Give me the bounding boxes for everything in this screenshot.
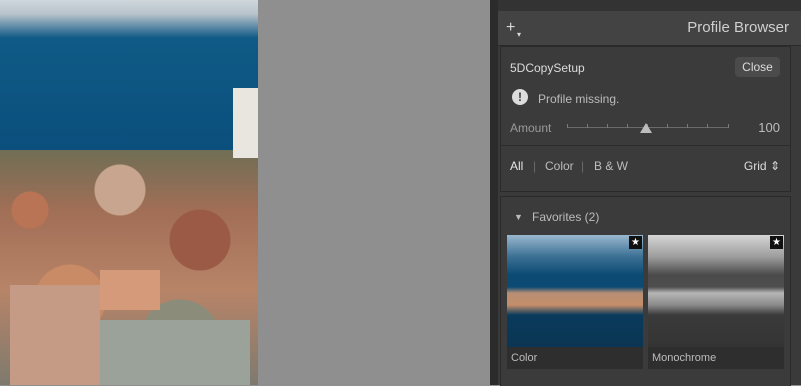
- slider-tick: [587, 124, 588, 128]
- filter-separator: |: [533, 159, 537, 173]
- slider-tick: [567, 124, 568, 128]
- slider-tick: [728, 124, 729, 128]
- profile-thumbnail-color[interactable]: ★ Color: [507, 235, 643, 369]
- view-mode-label: Grid: [743, 159, 767, 173]
- plus-icon[interactable]: + ▾: [506, 19, 524, 39]
- panel-title: Profile Browser: [687, 19, 789, 36]
- amount-label: Amount: [510, 121, 552, 135]
- star-icon[interactable]: ★: [629, 236, 642, 249]
- section-divider: [501, 145, 790, 146]
- profile-name: 5DCopySetup: [510, 61, 585, 75]
- photo-building: [100, 320, 250, 385]
- exclamation-icon: !: [512, 89, 528, 105]
- warning-text: Profile missing.: [538, 92, 620, 106]
- photo-preview: [0, 0, 258, 385]
- amount-slider-thumb[interactable]: [640, 123, 652, 133]
- filter-separator: |: [581, 159, 585, 173]
- profile-thumbnail-label: Monochrome: [648, 347, 784, 369]
- filter-color[interactable]: Color: [545, 159, 574, 173]
- slider-tick: [667, 124, 668, 128]
- profile-thumbnail-monochrome[interactable]: ★ Monochrome: [648, 235, 784, 369]
- slider-tick: [707, 124, 708, 128]
- favorites-label[interactable]: Favorites (2): [532, 210, 599, 224]
- panel-top-strip: [498, 0, 801, 11]
- profile-thumbnail-label: Color: [507, 347, 643, 369]
- photo-tower: [233, 88, 258, 158]
- star-icon[interactable]: ★: [770, 236, 783, 249]
- favorites-section: ▼ Favorites (2) ★ Color ★ Monochrome: [500, 196, 791, 386]
- slider-tick: [627, 124, 628, 128]
- disclosure-triangle-icon[interactable]: ▼: [514, 212, 523, 222]
- photo-building: [10, 285, 100, 385]
- filter-bw[interactable]: B & W: [594, 159, 628, 173]
- updown-chevron-icon: ⇕: [769, 159, 780, 173]
- filter-all[interactable]: All: [510, 159, 523, 173]
- profile-browser-panel: + ▾ Profile Browser 5DCopySetup Close ! P…: [498, 0, 801, 386]
- slider-tick: [607, 124, 608, 128]
- amount-value: 100: [758, 120, 780, 135]
- slider-tick: [687, 124, 688, 128]
- profile-settings: 5DCopySetup Close ! Profile missing. Amo…: [500, 46, 791, 192]
- close-button[interactable]: Close: [735, 57, 780, 77]
- panel-divider: [490, 0, 498, 385]
- panel-header: + ▾ Profile Browser: [498, 11, 801, 46]
- view-mode-select[interactable]: Grid ⇕: [744, 159, 780, 173]
- photo-building: [100, 270, 160, 310]
